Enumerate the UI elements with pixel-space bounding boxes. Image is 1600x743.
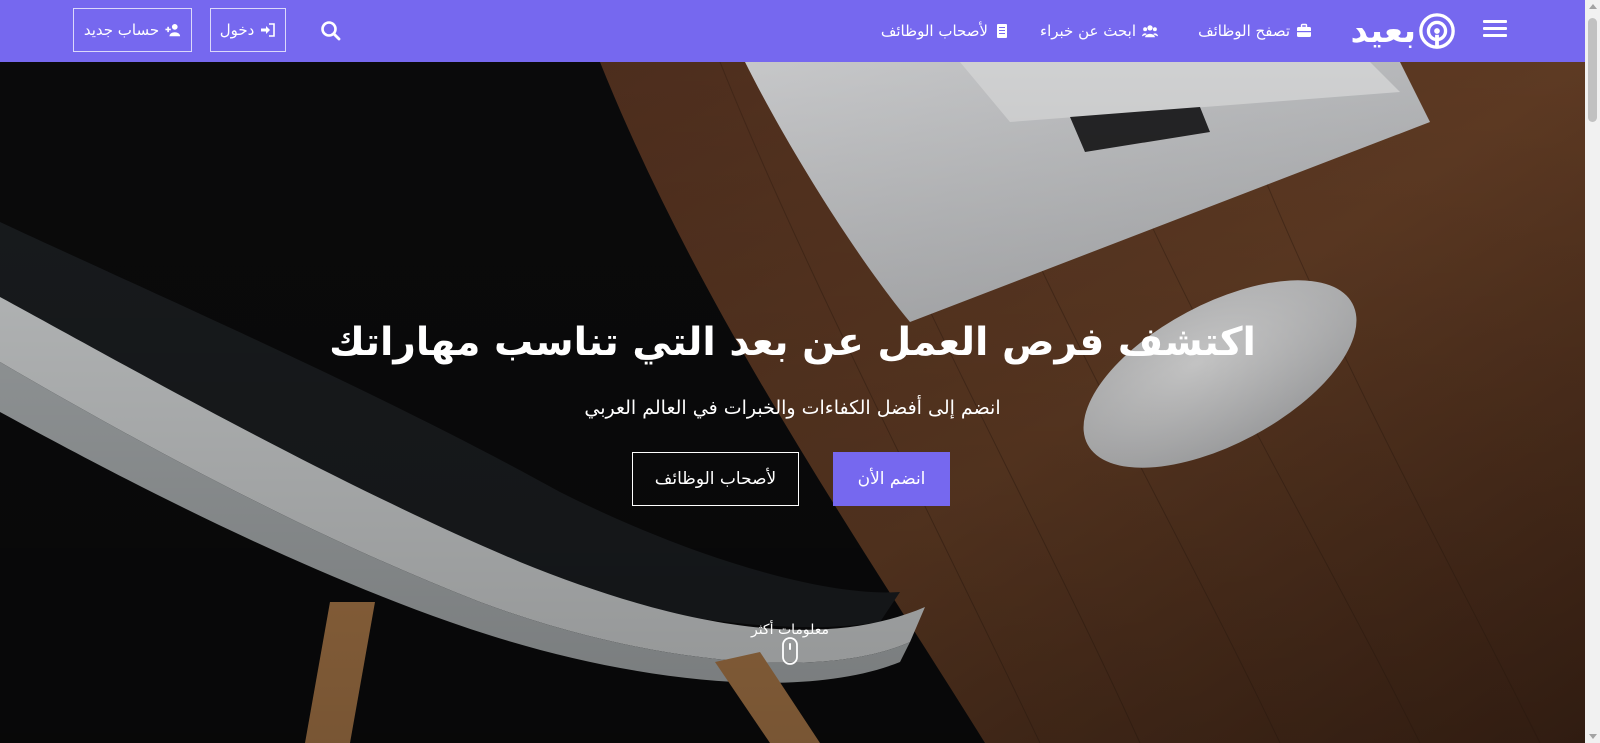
scrollbar-thumb[interactable] [1588, 18, 1597, 122]
scroll-up-arrow-icon[interactable] [1589, 4, 1597, 9]
sign-in-icon [261, 23, 276, 37]
nav-for-employers-label: لأصحاب الوظائف [880, 22, 988, 40]
nav-browse-jobs-label: تصفح الوظائف [1198, 22, 1290, 40]
nav-find-experts[interactable]: ابحث عن خبراء [1040, 19, 1158, 43]
scroll-down-arrow-icon[interactable] [1589, 734, 1597, 739]
document-icon [997, 24, 1007, 38]
nav-find-experts-label: ابحث عن خبراء [1040, 22, 1136, 40]
for-employers-button[interactable]: لأصحاب الوظائف [632, 452, 799, 506]
join-now-button[interactable]: انضم الأن [833, 452, 950, 506]
users-icon [1142, 25, 1158, 38]
nav-browse-jobs[interactable]: تصفح الوظائف [1190, 19, 1312, 43]
signup-button[interactable]: حساب جديد [73, 8, 192, 52]
login-button[interactable]: دخول [210, 8, 286, 52]
hero-section: اكتشف فرص العمل عن بعد التي تناسب مهارات… [0, 62, 1585, 743]
search-icon[interactable] [318, 18, 344, 44]
menu-icon[interactable] [1483, 20, 1507, 40]
hero-title: اكتشف فرص العمل عن بعد التي تناسب مهارات… [329, 320, 1256, 365]
briefcase-icon [1297, 23, 1311, 37]
signup-label: حساب جديد [83, 21, 160, 39]
brand-logo[interactable]: بعيد [1338, 10, 1456, 52]
login-label: دخول [219, 21, 255, 39]
nav-for-employers[interactable]: لأصحاب الوظائف [880, 19, 1010, 43]
hero-subtitle: انضم إلى أفضل الكفاءات والخبرات في العال… [584, 397, 1001, 419]
user-plus-icon [165, 24, 181, 37]
brand-name: بعيد [1350, 11, 1416, 51]
logo-icon [1419, 13, 1455, 49]
page-scrollbar[interactable] [1585, 0, 1600, 743]
scroll-mouse-icon[interactable] [781, 636, 799, 666]
top-navbar: بعيد تصفح الوظائف ابحث عن خبراء لأصحاب ا… [0, 0, 1585, 62]
